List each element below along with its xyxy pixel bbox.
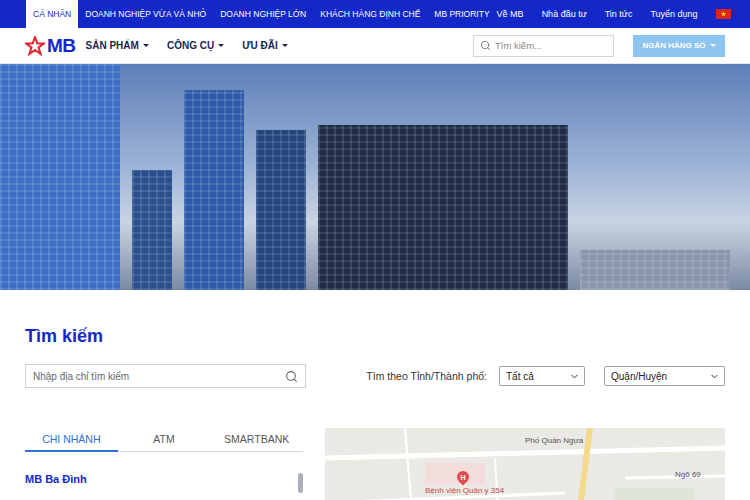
result-tab[interactable]: CHI NHÁNH — [25, 428, 118, 452]
menu-item[interactable]: SẢN PHẨM — [86, 40, 149, 51]
digital-bank-button[interactable]: NGÂN HÀNG SỐ — [633, 35, 725, 57]
map[interactable]: Phố Quán Ngựa Ngõ 69 Bệnh viện Quân y 354 H — [325, 428, 725, 500]
top-link[interactable]: Về MB — [497, 9, 524, 19]
menu-item[interactable]: CÔNG CỤ — [167, 40, 224, 51]
results: CHI NHÁNHATMSMARTBANK MB Ba Đình Phố Quán … — [25, 428, 725, 500]
building — [256, 130, 306, 290]
branch-name[interactable]: MB Ba Đình — [25, 473, 87, 485]
branch-finder: Tìm kiếm Nhập địa chỉ tìm kiếm Tìm theo Tỉ… — [0, 290, 750, 500]
scrollbar-thumb[interactable] — [298, 473, 303, 493]
result-tab[interactable]: ATM — [118, 428, 211, 452]
map-label: Bệnh viện Quân y 354 — [425, 486, 504, 495]
vietnam-flag-icon[interactable] — [716, 9, 731, 19]
map-pin-label: H — [460, 474, 465, 481]
result-tabs: CHI NHÁNHATMSMARTBANK — [25, 428, 303, 452]
building — [132, 170, 172, 290]
building — [580, 250, 730, 290]
top-links: Về MB Nhà đầu tư Tin tức Tuyển dụng — [497, 0, 731, 28]
branch-items: MB Ba Đình — [25, 473, 87, 493]
caret-icon — [218, 44, 224, 47]
caret-icon — [282, 44, 288, 47]
header: MB SẢN PHẨM CÔNG CỤ ƯU ĐÃI Tìm kiếm... NGÂN H… — [0, 28, 750, 64]
chevron-down-icon — [569, 371, 580, 382]
top-link[interactable]: Nhà đầu tư — [542, 9, 587, 19]
building — [0, 64, 120, 290]
segment-tab[interactable]: DOANH NGHIỆP VỪA VÀ NHỎ — [78, 0, 213, 28]
logo-text[interactable]: MB — [47, 35, 76, 57]
district-select[interactable]: Quận/Huyện — [604, 366, 725, 386]
segment-tab[interactable]: MB PRIORITY — [427, 0, 496, 28]
search-placeholder: Tìm kiếm... — [495, 40, 542, 51]
building — [318, 125, 568, 290]
hero-image — [0, 64, 750, 290]
logo[interactable]: MB — [25, 35, 76, 57]
menu-item[interactable]: ƯU ĐÃI — [242, 40, 288, 51]
finder-title: Tìm kiếm — [25, 326, 725, 347]
segment-tab[interactable]: CÁ NHÂN — [26, 0, 78, 28]
caret-icon — [710, 44, 716, 47]
map-label: Phố Quán Ngựa — [525, 436, 583, 445]
top-link[interactable]: Tuyển dụng — [650, 9, 697, 19]
search-icon[interactable] — [285, 370, 298, 383]
branch-list: MB Ba Đình — [25, 452, 303, 493]
chevron-down-icon — [709, 371, 720, 382]
result-tab[interactable]: SMARTBANK — [210, 428, 303, 452]
address-field[interactable]: Nhập địa chỉ tìm kiếm — [25, 364, 306, 388]
province-select[interactable]: Tất cả — [499, 366, 585, 386]
page: CÁ NHÂNDOANH NGHIỆP VỪA VÀ NHỎDOANH NGHI… — [0, 0, 750, 500]
segment-group: CÁ NHÂNDOANH NGHIỆP VỪA VÀ NHỎDOANH NGHI… — [26, 0, 497, 28]
caret-icon — [143, 44, 149, 47]
building — [184, 90, 244, 290]
segment-tab[interactable]: KHÁCH HÀNG ĐỊNH CHẾ — [313, 0, 427, 28]
address-placeholder: Nhập địa chỉ tìm kiếm — [33, 371, 129, 382]
logo-star-icon — [25, 36, 45, 56]
top-bar: CÁ NHÂNDOANH NGHIỆP VỪA VÀ NHỎDOANH NGHI… — [0, 0, 750, 28]
filter-row: Nhập địa chỉ tìm kiếm Tìm theo Tỉnh/Thành… — [25, 364, 725, 388]
main-menu: SẢN PHẨM CÔNG CỤ ƯU ĐÃI — [86, 40, 288, 51]
province-label: Tìm theo Tỉnh/Thành phố: — [366, 370, 487, 382]
top-link[interactable]: Tin tức — [605, 9, 633, 19]
map-label: Ngõ 69 — [675, 470, 701, 479]
header-search[interactable]: Tìm kiếm... — [473, 35, 614, 57]
search-icon — [480, 40, 491, 51]
results-list: CHI NHÁNHATMSMARTBANK MB Ba Đình — [25, 428, 303, 500]
segment-tab[interactable]: DOANH NGHIỆP LỚN — [213, 0, 313, 28]
skyline — [0, 64, 750, 290]
